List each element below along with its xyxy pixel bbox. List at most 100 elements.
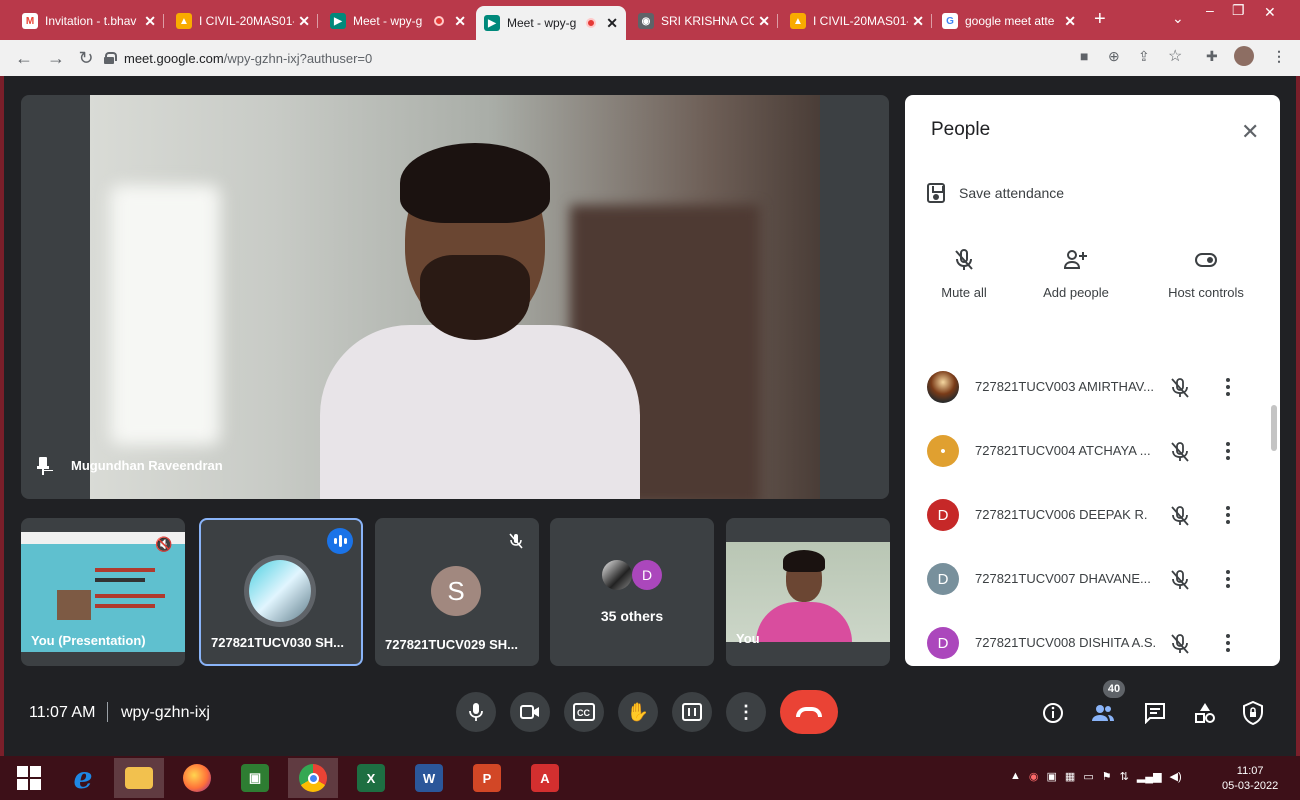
action-center-flag-icon[interactable]: ⚑ xyxy=(1102,770,1112,783)
tile-participant-029[interactable]: S 727821TUCV029 SH... xyxy=(375,518,539,666)
microphone-button[interactable] xyxy=(456,692,496,732)
list-item[interactable]: D 727821TUCV008 DISHITA A.S. xyxy=(905,611,1280,666)
mute-all-button[interactable]: Mute all xyxy=(909,245,1019,300)
taskbar-store[interactable]: ▣ xyxy=(230,758,280,798)
system-clock[interactable]: 11:07 05-03-2022 xyxy=(1222,764,1278,794)
recording-icon xyxy=(586,18,597,28)
close-icon[interactable]: ✕ xyxy=(758,13,770,30)
tab-search-icon[interactable]: ⌄ xyxy=(1172,10,1184,27)
camera-in-use-icon[interactable]: ■ xyxy=(1080,48,1088,64)
forward-button[interactable]: → xyxy=(44,46,68,70)
meeting-details-button[interactable] xyxy=(1038,698,1068,728)
tab-sri-krishna[interactable]: ◉ SRI KRISHNA COL ✕ xyxy=(630,6,778,36)
antivirus-icon[interactable]: ◉ xyxy=(1029,770,1039,783)
more-options-icon[interactable] xyxy=(1225,375,1231,399)
close-icon[interactable]: ✕ xyxy=(912,13,924,30)
camera-button[interactable] xyxy=(510,692,550,732)
taskbar-powerpoint[interactable]: P xyxy=(462,758,512,798)
reload-button[interactable]: ↻ xyxy=(74,46,98,70)
close-icon[interactable]: ✕ xyxy=(298,13,310,30)
restore-button[interactable]: ❐ xyxy=(1232,2,1245,19)
avatar: D xyxy=(632,560,662,590)
tray-app-icon[interactable]: ▦ xyxy=(1065,770,1075,783)
host-controls-button[interactable]: Host controls xyxy=(1151,245,1261,300)
close-icon[interactable]: ✕ xyxy=(606,15,618,32)
tab-gmail[interactable]: M Invitation - t.bhav ✕ xyxy=(14,6,164,36)
tab-meet-active[interactable]: ▶ Meet - wpy-g ✕ xyxy=(476,6,626,40)
panel-title: People xyxy=(931,119,991,140)
call-end-icon xyxy=(796,707,822,717)
meet-icon: ▶ xyxy=(330,13,346,29)
more-options-icon[interactable] xyxy=(1225,631,1231,655)
avatar: • xyxy=(927,435,959,467)
more-options-icon[interactable] xyxy=(1225,567,1231,591)
mic-off-icon xyxy=(909,245,1019,275)
scrollbar[interactable] xyxy=(1271,405,1277,451)
start-button[interactable] xyxy=(4,758,54,798)
window-close-button[interactable]: ✕ xyxy=(1264,4,1276,21)
tab-meet-1[interactable]: ▶ Meet - wpy-g ✕ xyxy=(322,6,474,36)
captions-button[interactable]: CC xyxy=(564,692,604,732)
chat-button[interactable] xyxy=(1140,698,1170,728)
excel-icon: X xyxy=(357,764,385,792)
bookmark-star-icon[interactable]: ☆ xyxy=(1168,46,1182,66)
taskbar-file-explorer[interactable] xyxy=(114,758,164,798)
classroom-icon: ▲ xyxy=(176,13,192,29)
recording-icon xyxy=(434,16,445,26)
taskbar-acrobat[interactable]: A xyxy=(520,758,570,798)
tab-google-search[interactable]: G google meet atte ✕ xyxy=(934,6,1084,36)
browser-tab-strip: M Invitation - t.bhav ✕ ▲ I CIVIL-20MAS0… xyxy=(0,0,1300,40)
network-icon[interactable]: ⇅ xyxy=(1120,770,1129,783)
list-item[interactable]: 727821TUCV003 AMIRTHAV... xyxy=(905,355,1280,419)
more-options-icon[interactable] xyxy=(1225,439,1231,463)
taskbar-word[interactable]: W xyxy=(404,758,454,798)
taskbar-chrome[interactable] xyxy=(288,758,338,798)
new-tab-button[interactable]: + xyxy=(1094,8,1106,31)
url-field[interactable]: meet.google.com/wpy-gzhn-ixj?authuser=0 xyxy=(104,44,1064,72)
add-people-button[interactable]: Add people xyxy=(1021,245,1131,300)
profile-avatar[interactable] xyxy=(1234,46,1254,66)
taskbar-excel[interactable]: X xyxy=(346,758,396,798)
tile-participant-030[interactable]: 727821TUCV030 SH... xyxy=(199,518,363,666)
share-icon[interactable]: ⇪ xyxy=(1138,48,1150,65)
mic-off-icon xyxy=(1169,633,1191,655)
tray-app-icon[interactable]: ▣ xyxy=(1047,770,1057,783)
taskbar-firefox[interactable] xyxy=(172,758,222,798)
avatar: D xyxy=(927,563,959,595)
tile-self[interactable]: You xyxy=(726,518,890,666)
save-attendance-button[interactable]: Save attendance xyxy=(927,183,1064,203)
list-item[interactable]: D 727821TUCV007 DHAVANE... xyxy=(905,547,1280,611)
extensions-icon[interactable]: ✚ xyxy=(1206,48,1218,65)
close-icon[interactable]: ✕ xyxy=(1064,13,1076,30)
close-icon[interactable]: ✕ xyxy=(454,13,466,30)
activities-button[interactable] xyxy=(1190,698,1220,728)
tile-presentation[interactable]: 🔇 You (Presentation) xyxy=(21,518,185,666)
present-now-button[interactable] xyxy=(672,692,712,732)
close-icon[interactable]: ✕ xyxy=(144,13,156,30)
more-options-button[interactable]: ⋮ xyxy=(726,692,766,732)
tab-classroom-2[interactable]: ▲ I CIVIL-20MAS01- ✕ xyxy=(782,6,932,36)
zoom-icon[interactable]: ⊕ xyxy=(1108,48,1120,65)
signal-icon[interactable]: ▂▄▆ xyxy=(1137,770,1162,783)
taskbar-internet-explorer[interactable]: e xyxy=(58,758,108,798)
display-icon[interactable]: ▭ xyxy=(1083,770,1093,783)
tile-others[interactable]: D 35 others xyxy=(550,518,714,666)
show-hidden-icons[interactable]: ▲ xyxy=(1010,770,1021,783)
avatar: S xyxy=(431,566,481,616)
raise-hand-button[interactable]: ✋ xyxy=(618,692,658,732)
people-button[interactable] xyxy=(1088,698,1118,728)
main-video-tile[interactable]: Mugundhan Raveendran xyxy=(21,95,889,499)
others-count: 35 others xyxy=(600,608,664,624)
minimize-button[interactable]: – xyxy=(1206,2,1214,18)
tab-classroom-1[interactable]: ▲ I CIVIL-20MAS01- ✕ xyxy=(168,6,318,36)
list-item[interactable]: D 727821TUCV006 DEEPAK R. xyxy=(905,483,1280,547)
leave-call-button[interactable] xyxy=(780,690,838,734)
more-options-icon[interactable] xyxy=(1225,503,1231,527)
meeting-time: 11:07 AM xyxy=(29,704,96,721)
browser-menu-icon[interactable]: ⋮ xyxy=(1272,48,1286,65)
list-item[interactable]: • 727821TUCV004 ATCHAYA ... xyxy=(905,419,1280,483)
back-button[interactable]: ← xyxy=(12,46,36,70)
volume-icon[interactable]: ◀) xyxy=(1170,770,1182,783)
host-controls-toolbar-button[interactable] xyxy=(1238,698,1268,728)
close-icon[interactable]: ✕ xyxy=(1241,119,1259,145)
